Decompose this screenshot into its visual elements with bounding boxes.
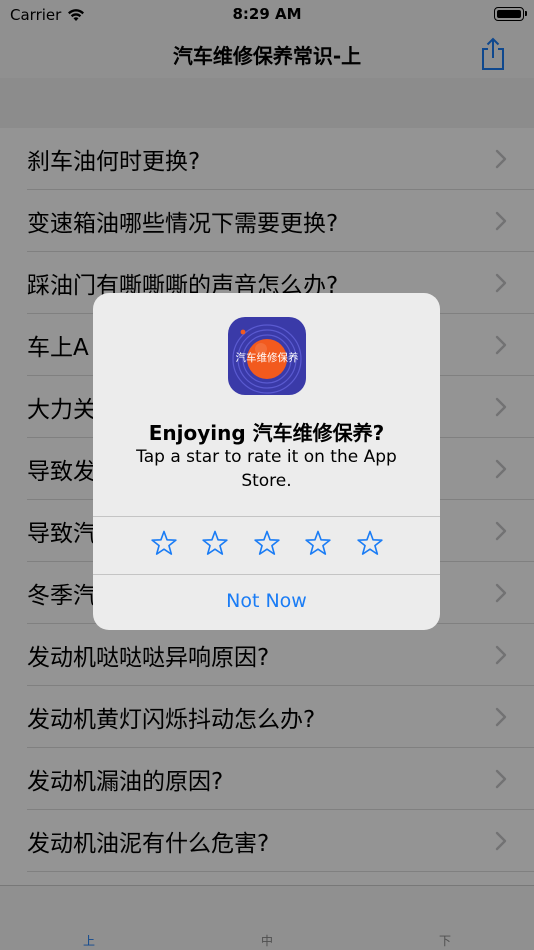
star-icon[interactable] [201,529,229,557]
alert-message: Tap a star to rate it on the App Store. [136,447,397,491]
app-icon: 汽车维修保养 [228,317,306,395]
star-icon[interactable] [150,529,178,557]
not-now-button[interactable]: Not Now [93,590,440,612]
star-icon[interactable] [356,529,384,557]
alert-divider [93,516,440,517]
star-icon[interactable] [253,529,281,557]
alert-divider [93,574,440,575]
star-icon[interactable] [304,529,332,557]
rating-alert: 汽车维修保养 Enjoying 汽车维修保养? Tap a star to ra… [93,293,440,630]
app-icon-label: 汽车维修保养 [236,351,299,364]
alert-title: Enjoying 汽车维修保养? [148,421,385,445]
app-screen: Carrier 8:29 AM 汽车维修保养常识-上 刹车油何时更换? 变速箱油哪… [0,0,534,950]
star-rating [93,529,440,565]
